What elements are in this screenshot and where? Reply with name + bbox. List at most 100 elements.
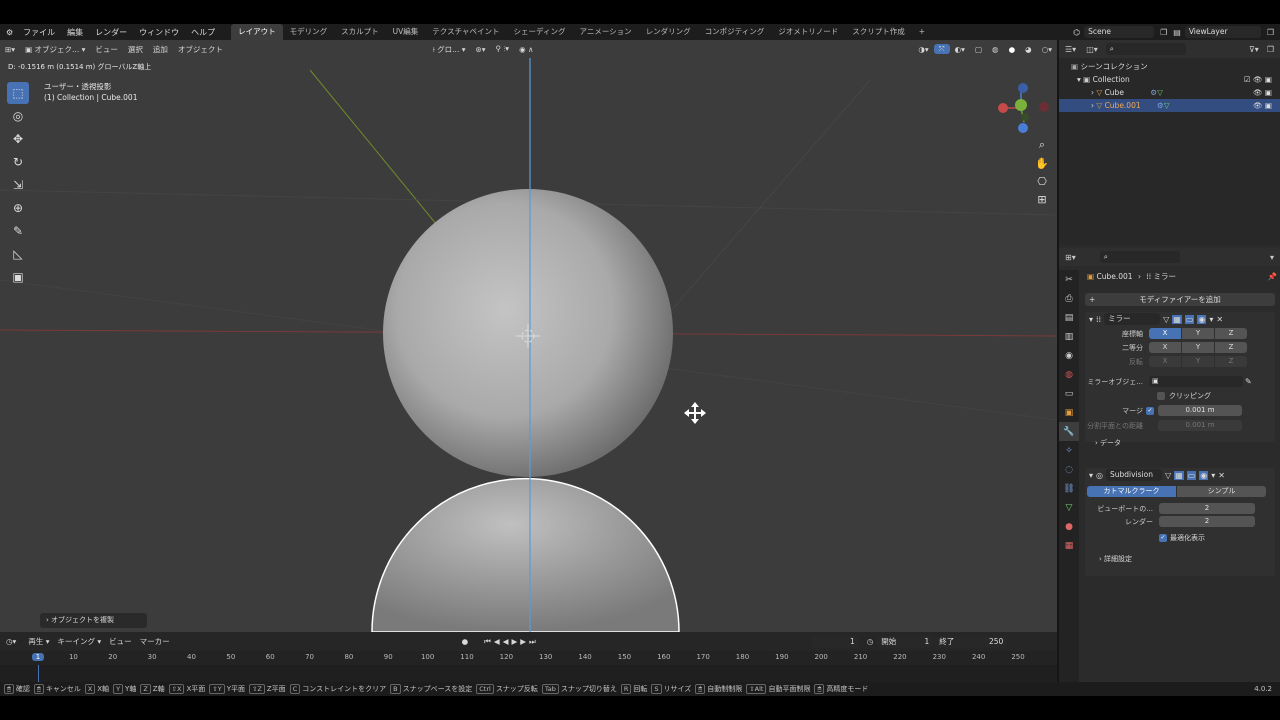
outliner-object-cube001[interactable]: › ▽ Cube.001 ⚙▽ 👁 ▣ xyxy=(1059,99,1280,112)
shading-rendered-icon[interactable]: ○▾ xyxy=(1037,45,1057,54)
xray-toggle-icon[interactable]: ▢ xyxy=(970,45,987,54)
chevron-down-icon[interactable]: ▾ xyxy=(1089,315,1093,324)
modifier-tab-icon[interactable]: 🔧 xyxy=(1059,422,1079,441)
outliner-scene-collection[interactable]: ▣ シーンコレクション xyxy=(1059,60,1280,73)
proportional-edit-icon[interactable]: ◉ ∧ xyxy=(514,45,538,54)
outliner-collection-row[interactable]: ▾ ▣ Collection ☑ 👁 ▣ xyxy=(1059,73,1280,86)
tool-tab-icon[interactable]: ✂ xyxy=(1059,270,1079,289)
view-layer-icon[interactable]: ▤ xyxy=(1173,28,1181,37)
view-layer-tab-icon[interactable]: ▥ xyxy=(1059,327,1079,346)
playback-controls[interactable]: ⏮◀◀▶▶⏭ xyxy=(484,637,539,647)
move-tool-icon[interactable]: ✥ xyxy=(7,128,29,150)
chevron-down-icon[interactable]: ▾ xyxy=(1089,471,1093,480)
menu-window[interactable]: ウィンドウ xyxy=(133,27,185,38)
cube-visibility-icons[interactable]: 👁 ▣ xyxy=(1253,86,1272,99)
rotate-tool-icon[interactable]: ↻ xyxy=(7,151,29,173)
workspace-tab-layout[interactable]: レイアウト xyxy=(231,24,283,40)
zoom-icon[interactable]: ⌕ xyxy=(1033,136,1051,154)
realtime-icon[interactable]: ▭ xyxy=(1184,314,1195,324)
merge-distance-field[interactable]: 0.001 m xyxy=(1158,405,1242,416)
timeline-menu-view[interactable]: ビュー xyxy=(109,636,132,647)
dropdown-icon[interactable]: ▾ xyxy=(1211,471,1215,480)
add-modifier-button[interactable]: + モディファイアーを追加 xyxy=(1085,293,1275,306)
annotate-tool-icon[interactable]: ✎ xyxy=(7,220,29,242)
cage-icon[interactable]: ▦ xyxy=(1174,470,1184,480)
outliner-object-cube[interactable]: › ▽ Cube ⚙▽ 👁 ▣ xyxy=(1059,86,1280,99)
simple-toggle[interactable]: シンプル xyxy=(1177,486,1266,497)
workspace-tab-rendering[interactable]: レンダリング xyxy=(639,24,698,40)
scene-selector[interactable]: Scene xyxy=(1084,26,1155,38)
display-mode-icon[interactable]: ◫▾ xyxy=(1086,45,1098,54)
end-frame-field[interactable]: 終了 250 xyxy=(935,635,1008,648)
start-frame-field[interactable]: 開始 1 xyxy=(877,635,934,648)
scene-icon[interactable]: ⌬ xyxy=(1073,28,1080,37)
constraints-tab-icon[interactable]: ⛓ xyxy=(1059,479,1079,498)
close-icon[interactable]: ✕ xyxy=(1216,315,1223,324)
render-tab-icon[interactable]: ⎙ xyxy=(1059,289,1079,308)
transform-tool-icon[interactable]: ⊕ xyxy=(7,197,29,219)
3d-viewport[interactable]: ⊞▾ ▣ オブジェク... ▾ ビュー 選択 追加 オブジェクト ⟊ グロ...… xyxy=(0,40,1057,632)
workspace-tab-texture-paint[interactable]: テクスチャペイント xyxy=(425,24,506,40)
collection-visibility-icons[interactable]: ☑ 👁 ▣ xyxy=(1244,73,1272,86)
flip-x-toggle[interactable]: X xyxy=(1149,356,1181,367)
world-tab-icon[interactable]: ◍ xyxy=(1059,365,1079,384)
menu-edit[interactable]: 編集 xyxy=(61,27,89,38)
timeline-menu-playback[interactable]: 再生 ▾ xyxy=(28,636,49,647)
measure-tool-icon[interactable]: ◺ xyxy=(7,243,29,265)
workspace-tab-sculpt[interactable]: スカルプト xyxy=(334,24,386,40)
realtime-icon[interactable]: ▭ xyxy=(1186,470,1197,480)
eyedropper-icon[interactable]: ✎ xyxy=(1245,377,1252,386)
workspace-tab-scripting[interactable]: スクリプト作成 xyxy=(845,24,912,40)
menu-help[interactable]: ヘルプ xyxy=(185,27,221,38)
subdivision-name-field[interactable]: Subdivision xyxy=(1106,469,1162,481)
bisect-x-toggle[interactable]: X xyxy=(1149,342,1181,353)
transform-orientation-dropdown[interactable]: ⟊ グロ... ▾ xyxy=(428,44,471,55)
cube001-visibility-icons[interactable]: 👁 ▣ xyxy=(1253,99,1272,112)
flip-y-toggle[interactable]: Y xyxy=(1182,356,1214,367)
add-workspace-button[interactable]: + xyxy=(912,24,932,40)
edit-mode-icon[interactable]: ▽ xyxy=(1163,315,1169,324)
new-scene-icon[interactable]: ❐ xyxy=(1160,28,1167,37)
dropdown-icon[interactable]: ▾ xyxy=(1209,315,1213,324)
viewport-canvas[interactable] xyxy=(0,40,1057,632)
last-operator-panel[interactable]: › オブジェクトを複製 xyxy=(40,613,147,628)
texture-tab-icon[interactable]: ▦ xyxy=(1059,536,1079,555)
scene-tab-icon[interactable]: ◉ xyxy=(1059,346,1079,365)
shading-wireframe-icon[interactable]: ◍ xyxy=(987,45,1004,54)
pin-icon[interactable]: 📌 xyxy=(1268,270,1277,284)
levels-viewport-field[interactable]: 2 xyxy=(1159,503,1255,514)
catmull-clark-toggle[interactable]: カトマルクラーク xyxy=(1087,486,1176,497)
timeline-ruler[interactable]: 1 10 20 30 40 50 60 70 80 90 100 110 120 130 140 150 160… xyxy=(0,651,1057,665)
output-tab-icon[interactable]: ▤ xyxy=(1059,308,1079,327)
view-layer-selector[interactable]: ViewLayer xyxy=(1184,26,1261,38)
viewport-menu-object[interactable]: オブジェクト xyxy=(173,44,228,55)
axis-z-toggle[interactable]: Z xyxy=(1215,328,1247,339)
current-frame-field[interactable]: 1 xyxy=(810,635,859,648)
clipping-checkbox[interactable] xyxy=(1157,392,1165,400)
pivot-point-icon[interactable]: ⊛▾ xyxy=(470,45,490,54)
blender-logo-icon[interactable]: ⚙ xyxy=(0,28,17,37)
overlay-toggle-icon[interactable]: ◐▾ xyxy=(950,45,970,54)
new-collection-icon[interactable]: ❐ xyxy=(1267,45,1274,54)
object-tab-icon[interactable]: ▣ xyxy=(1059,403,1079,422)
bisect-y-toggle[interactable]: Y xyxy=(1182,342,1214,353)
shading-solid-icon[interactable]: ● xyxy=(1004,45,1021,54)
pan-hand-icon[interactable]: ✋ xyxy=(1033,154,1051,172)
workspace-tab-geometry-nodes[interactable]: ジオメトリノード xyxy=(771,24,845,40)
gizmo-toggle-icon[interactable]: ⤧ xyxy=(933,44,950,54)
workspace-tab-uv[interactable]: UV編集 xyxy=(386,24,426,40)
merge-checkbox[interactable]: ✓ xyxy=(1146,406,1154,415)
collection-tab-icon[interactable]: ▭ xyxy=(1059,384,1079,403)
levels-render-field[interactable]: 2 xyxy=(1159,516,1255,527)
viewport-menu-view[interactable]: ビュー xyxy=(90,44,123,55)
mode-selector[interactable]: ▣ オブジェク... ▾ xyxy=(20,44,90,55)
filter-icon[interactable]: ⊽▾ xyxy=(1249,45,1259,54)
mirror-object-field[interactable]: ▣ xyxy=(1149,376,1243,387)
menu-file[interactable]: ファイル xyxy=(17,27,61,38)
add-cube-tool-icon[interactable]: ▣ xyxy=(7,266,29,288)
viewport-menu-select[interactable]: 選択 xyxy=(123,44,148,55)
flip-z-toggle[interactable]: Z xyxy=(1215,356,1247,367)
visibility-icon[interactable]: ◑▾ xyxy=(913,45,933,54)
bisect-z-toggle[interactable]: Z xyxy=(1215,342,1247,353)
mirror-name-field[interactable]: ミラー xyxy=(1104,313,1161,325)
